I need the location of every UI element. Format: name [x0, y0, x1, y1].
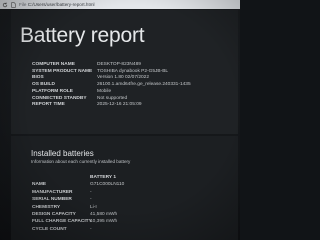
file-icon: [9, 0, 18, 9]
url-text[interactable]: File C:/Users/user/battery-report.html: [19, 2, 95, 7]
battery-row: SERIAL NUMBER -: [32, 196, 124, 203]
info-label: REPORT TIME: [32, 102, 65, 108]
info-value: Mobile: [97, 88, 112, 94]
info-label: PLATFORM ROLE: [32, 88, 73, 94]
battery-value: -: [90, 197, 92, 203]
battery-row: DESIGN CAPACITY 41,580 mWh: [32, 211, 124, 218]
battery-row: CYCLE COUNT -: [32, 226, 124, 233]
battery-table: BATTERY 1 NAME G71C000LN110 MANUFACTURER…: [32, 174, 124, 233]
battery-value: G71C000LN110: [90, 182, 125, 188]
info-row: OS BUILD 26100.1.amd64fre.ge_release.240…: [32, 82, 191, 89]
battery-label: FULL CHARGE CAPACITY: [32, 219, 92, 225]
browser-address-bar[interactable]: File C:/Users/user/battery-report.html: [0, 0, 240, 9]
info-label: COMPUTER NAME: [32, 62, 75, 67]
battery-label: DESIGN CAPACITY: [32, 212, 76, 218]
info-row: PLATFORM ROLE Mobile: [32, 89, 191, 96]
info-value: 26100.1.amd64fre.ge_release.240331-1435: [97, 82, 191, 88]
battery-value: 41,580 mWh: [90, 212, 118, 218]
battery-value: 10,395 mWh: [90, 219, 118, 225]
section-title: Installed batteries: [31, 149, 94, 158]
battery-column-header: BATTERY 1: [90, 175, 117, 180]
battery-row: MANUFACTURER -: [32, 189, 124, 196]
url-path: C:/Users/user/battery-report.html: [27, 2, 95, 7]
info-label: OS BUILD: [32, 82, 55, 88]
battery-label: CHEMISTRY: [32, 204, 61, 210]
reload-icon[interactable]: [0, 0, 9, 9]
info-value: 2025-12-16 21:05:09: [97, 102, 142, 108]
battery-value: -: [90, 189, 92, 195]
info-value: DESKTOP-823N489: [97, 62, 141, 67]
battery-label: MANUFACTURER: [32, 189, 73, 195]
battery-header-row: BATTERY 1: [32, 174, 124, 181]
info-row: COMPUTER NAME DESKTOP-823N489: [32, 62, 191, 69]
battery-label: SERIAL NUMBER: [32, 197, 72, 203]
info-row: REPORT TIME 2025-12-16 21:05:09: [32, 102, 191, 109]
system-info-table: COMPUTER NAME DESKTOP-823N489 SYSTEM PRO…: [32, 62, 191, 109]
url-scheme: File: [19, 2, 27, 7]
battery-label: CYCLE COUNT: [32, 226, 67, 232]
battery-row: FULL CHARGE CAPACITY 10,395 mWh: [32, 218, 124, 225]
battery-row: NAME G71C000LN110: [32, 181, 124, 188]
page-title: Battery report: [20, 24, 145, 47]
battery-value: Li-I: [90, 204, 97, 210]
battery-header-label: [32, 174, 90, 181]
battery-value: -: [90, 226, 92, 232]
section-subtitle: Information about each currently install…: [31, 159, 131, 164]
screen-frame: File C:/Users/user/battery-report.html B…: [0, 0, 240, 240]
battery-label: NAME: [32, 182, 47, 188]
battery-row: CHEMISTRY Li-I: [32, 204, 124, 211]
